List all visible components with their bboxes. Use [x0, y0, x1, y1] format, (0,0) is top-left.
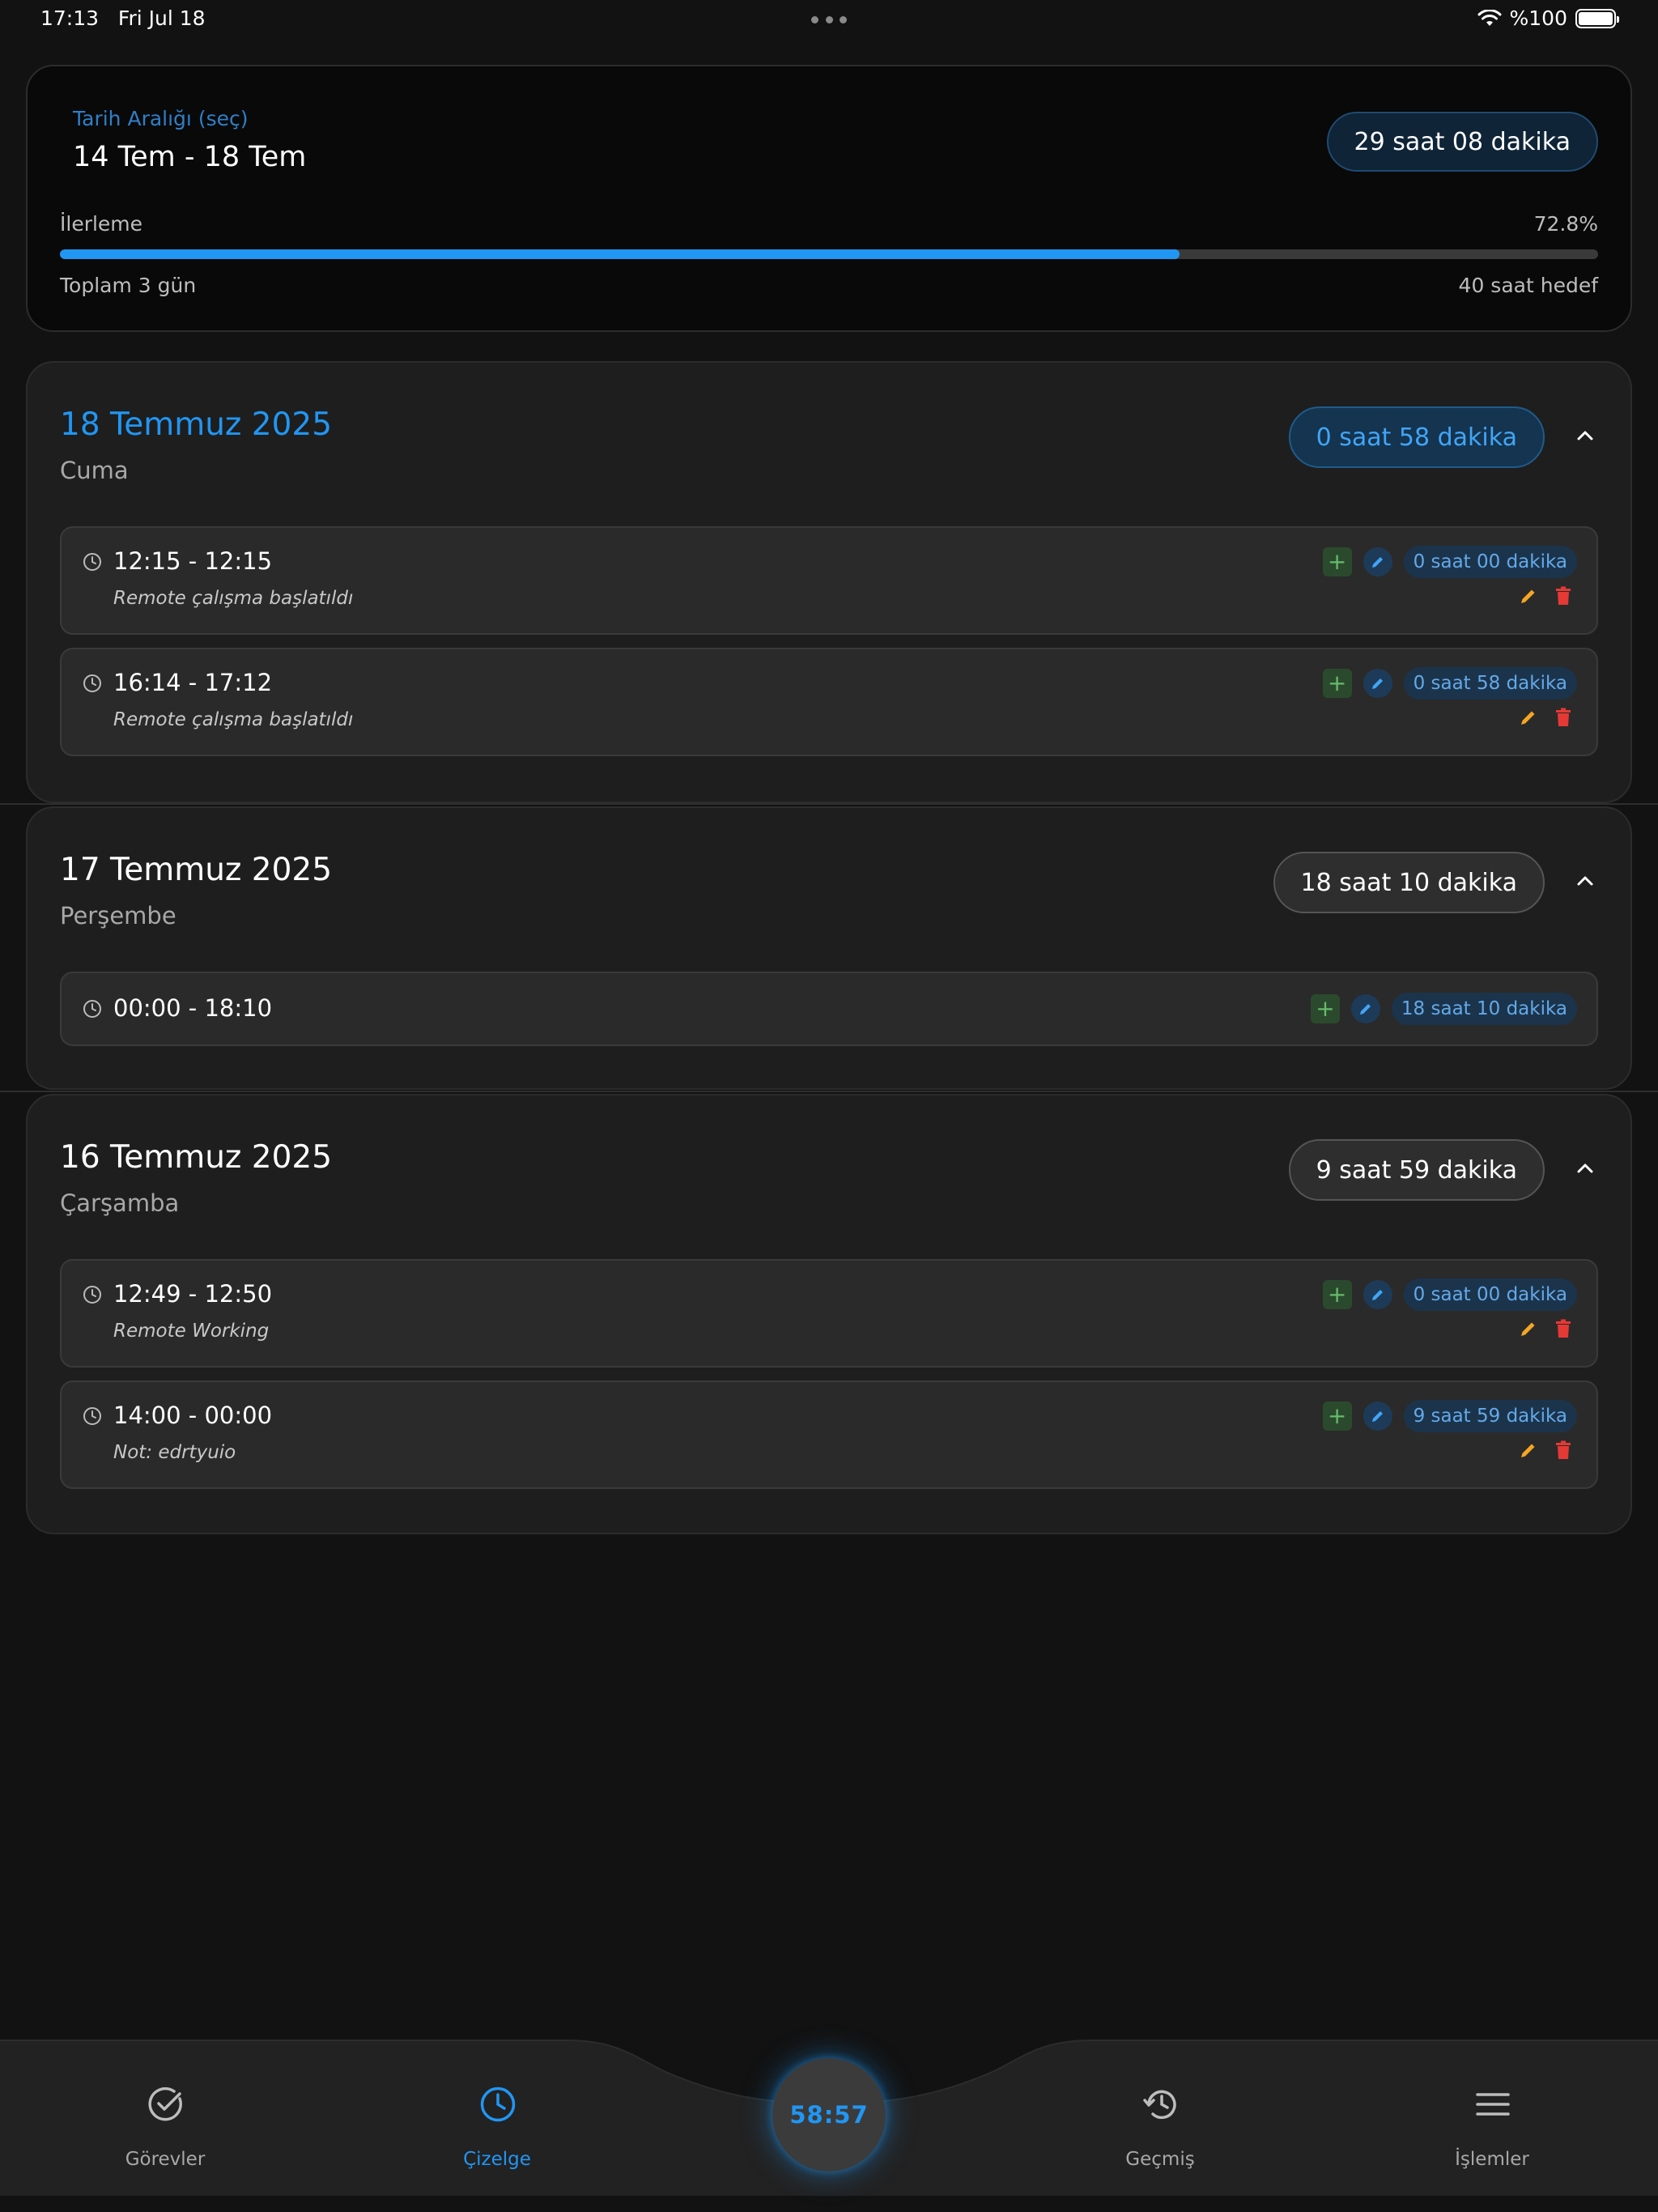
day-card: 17 Temmuz 2025 Perşembe 18 saat 10 dakik… — [26, 806, 1632, 1090]
entry-duration: 0 saat 00 dakika — [1403, 1278, 1577, 1311]
clock-icon — [83, 1407, 101, 1425]
time-entry[interactable]: 16:14 - 17:12 Remote çalışma başlatıldı … — [60, 648, 1598, 756]
day-weekday: Çarşamba — [60, 1189, 180, 1217]
clock-icon — [83, 674, 101, 692]
nav-label: Görevler — [125, 2149, 206, 2170]
day-total-badge: 0 saat 58 dakika — [1288, 406, 1545, 468]
date-range-value[interactable]: 14 Tem - 18 Tem — [73, 141, 306, 173]
chevron-up-icon[interactable] — [1574, 1157, 1596, 1180]
chevron-up-icon[interactable] — [1574, 870, 1596, 892]
entry-note: Not: edrtyuio — [113, 1442, 236, 1463]
delete-trash-icon[interactable] — [1554, 586, 1572, 606]
day-total-badge: 18 saat 10 dakika — [1273, 852, 1545, 913]
edit-time-button[interactable] — [1363, 1280, 1392, 1309]
divider — [0, 1091, 1658, 1092]
day-weekday: Perşembe — [60, 902, 176, 929]
delete-trash-icon[interactable] — [1554, 1319, 1572, 1338]
entry-note: Remote çalışma başlatıldı — [113, 709, 354, 730]
clock-icon — [83, 553, 101, 571]
entry-time: 12:49 - 12:50 — [113, 1280, 273, 1308]
edit-time-button[interactable] — [1350, 994, 1380, 1023]
day-title: 16 Temmuz 2025 — [60, 1139, 333, 1176]
entry-time: 12:15 - 12:15 — [113, 547, 273, 575]
day-card: 16 Temmuz 2025 Çarşamba 9 saat 59 dakika… — [26, 1094, 1632, 1534]
pencil-icon — [1371, 557, 1383, 568]
add-button[interactable]: + — [1322, 1280, 1352, 1309]
entry-note: Remote çalışma başlatıldı — [113, 588, 354, 609]
progress-bar — [60, 249, 1598, 259]
entry-duration: 9 saat 59 dakika — [1403, 1400, 1577, 1432]
nav-label: Geçmiş — [1125, 2149, 1195, 2170]
edit-pencil-icon[interactable] — [1519, 708, 1538, 727]
days-total-text: Toplam 3 gün — [60, 274, 197, 297]
day-title: 18 Temmuz 2025 — [60, 406, 333, 443]
status-bar: 17:13 Fri Jul 18 %100 — [0, 0, 1658, 39]
battery-icon — [1575, 8, 1619, 28]
add-button[interactable]: + — [1310, 994, 1340, 1023]
day-card: 18 Temmuz 2025 Cuma 0 saat 58 dakika 12:… — [26, 361, 1632, 803]
status-indicators: %100 — [1477, 6, 1619, 30]
progress-bar-fill — [60, 249, 1180, 259]
timer-button[interactable]: 58:57 — [772, 2058, 886, 2172]
divider — [0, 803, 1658, 805]
edit-pencil-icon[interactable] — [1519, 586, 1538, 606]
time-entry[interactable]: 12:49 - 12:50 Remote Working + 0 saat 00… — [60, 1259, 1598, 1368]
nav-label: Çizelge — [463, 2149, 531, 2170]
entry-time: 00:00 - 18:10 — [113, 994, 273, 1022]
multitasking-dots-icon[interactable] — [811, 16, 847, 23]
edit-time-button[interactable] — [1363, 547, 1392, 576]
edit-pencil-icon[interactable] — [1519, 1440, 1538, 1460]
clock-icon — [83, 1000, 101, 1018]
chevron-up-icon[interactable] — [1574, 424, 1596, 447]
date-range-label[interactable]: Tarih Aralığı (seç) — [73, 107, 248, 130]
clock-icon — [83, 1286, 101, 1304]
add-button[interactable]: + — [1322, 547, 1352, 576]
add-button[interactable]: + — [1322, 1402, 1352, 1431]
entry-duration: 0 saat 00 dakika — [1403, 546, 1577, 578]
delete-trash-icon[interactable] — [1554, 708, 1572, 727]
entry-duration: 0 saat 58 dakika — [1403, 667, 1577, 700]
day-weekday: Cuma — [60, 457, 129, 484]
total-duration-badge: 29 saat 08 dakika — [1326, 112, 1598, 172]
nav-label: İşlemler — [1455, 2149, 1529, 2170]
edit-pencil-icon[interactable] — [1519, 1319, 1538, 1338]
wifi-icon — [1477, 9, 1502, 26]
entry-note: Remote Working — [113, 1321, 270, 1342]
pencil-icon — [1371, 1290, 1383, 1300]
entry-duration: 18 saat 10 dakika — [1391, 993, 1577, 1025]
entry-time: 16:14 - 17:12 — [113, 669, 273, 696]
target-hours-text: 40 saat hedef — [1458, 274, 1598, 297]
progress-percent: 72.8% — [1533, 212, 1598, 236]
pencil-icon — [1359, 1004, 1371, 1015]
day-total-badge: 9 saat 59 dakika — [1288, 1139, 1545, 1201]
day-title: 17 Temmuz 2025 — [60, 852, 333, 888]
pencil-icon — [1371, 1411, 1383, 1422]
time-entry[interactable]: 14:00 - 00:00 Not: edrtyuio + 9 saat 59 … — [60, 1380, 1598, 1489]
edit-time-button[interactable] — [1363, 669, 1392, 698]
progress-label: İlerleme — [60, 212, 143, 236]
entry-time: 14:00 - 00:00 — [113, 1402, 273, 1429]
battery-percent: %100 — [1509, 6, 1567, 30]
edit-time-button[interactable] — [1363, 1402, 1392, 1431]
pencil-icon — [1371, 678, 1383, 689]
delete-trash-icon[interactable] — [1554, 1440, 1572, 1460]
add-button[interactable]: + — [1322, 669, 1352, 698]
status-time: 17:13 Fri Jul 18 — [40, 6, 206, 30]
time-entry[interactable]: 00:00 - 18:10 + 18 saat 10 dakika — [60, 972, 1598, 1046]
time-entry[interactable]: 12:15 - 12:15 Remote çalışma başlatıldı … — [60, 526, 1598, 635]
summary-card: Tarih Aralığı (seç) 14 Tem - 18 Tem 29 s… — [26, 65, 1632, 332]
